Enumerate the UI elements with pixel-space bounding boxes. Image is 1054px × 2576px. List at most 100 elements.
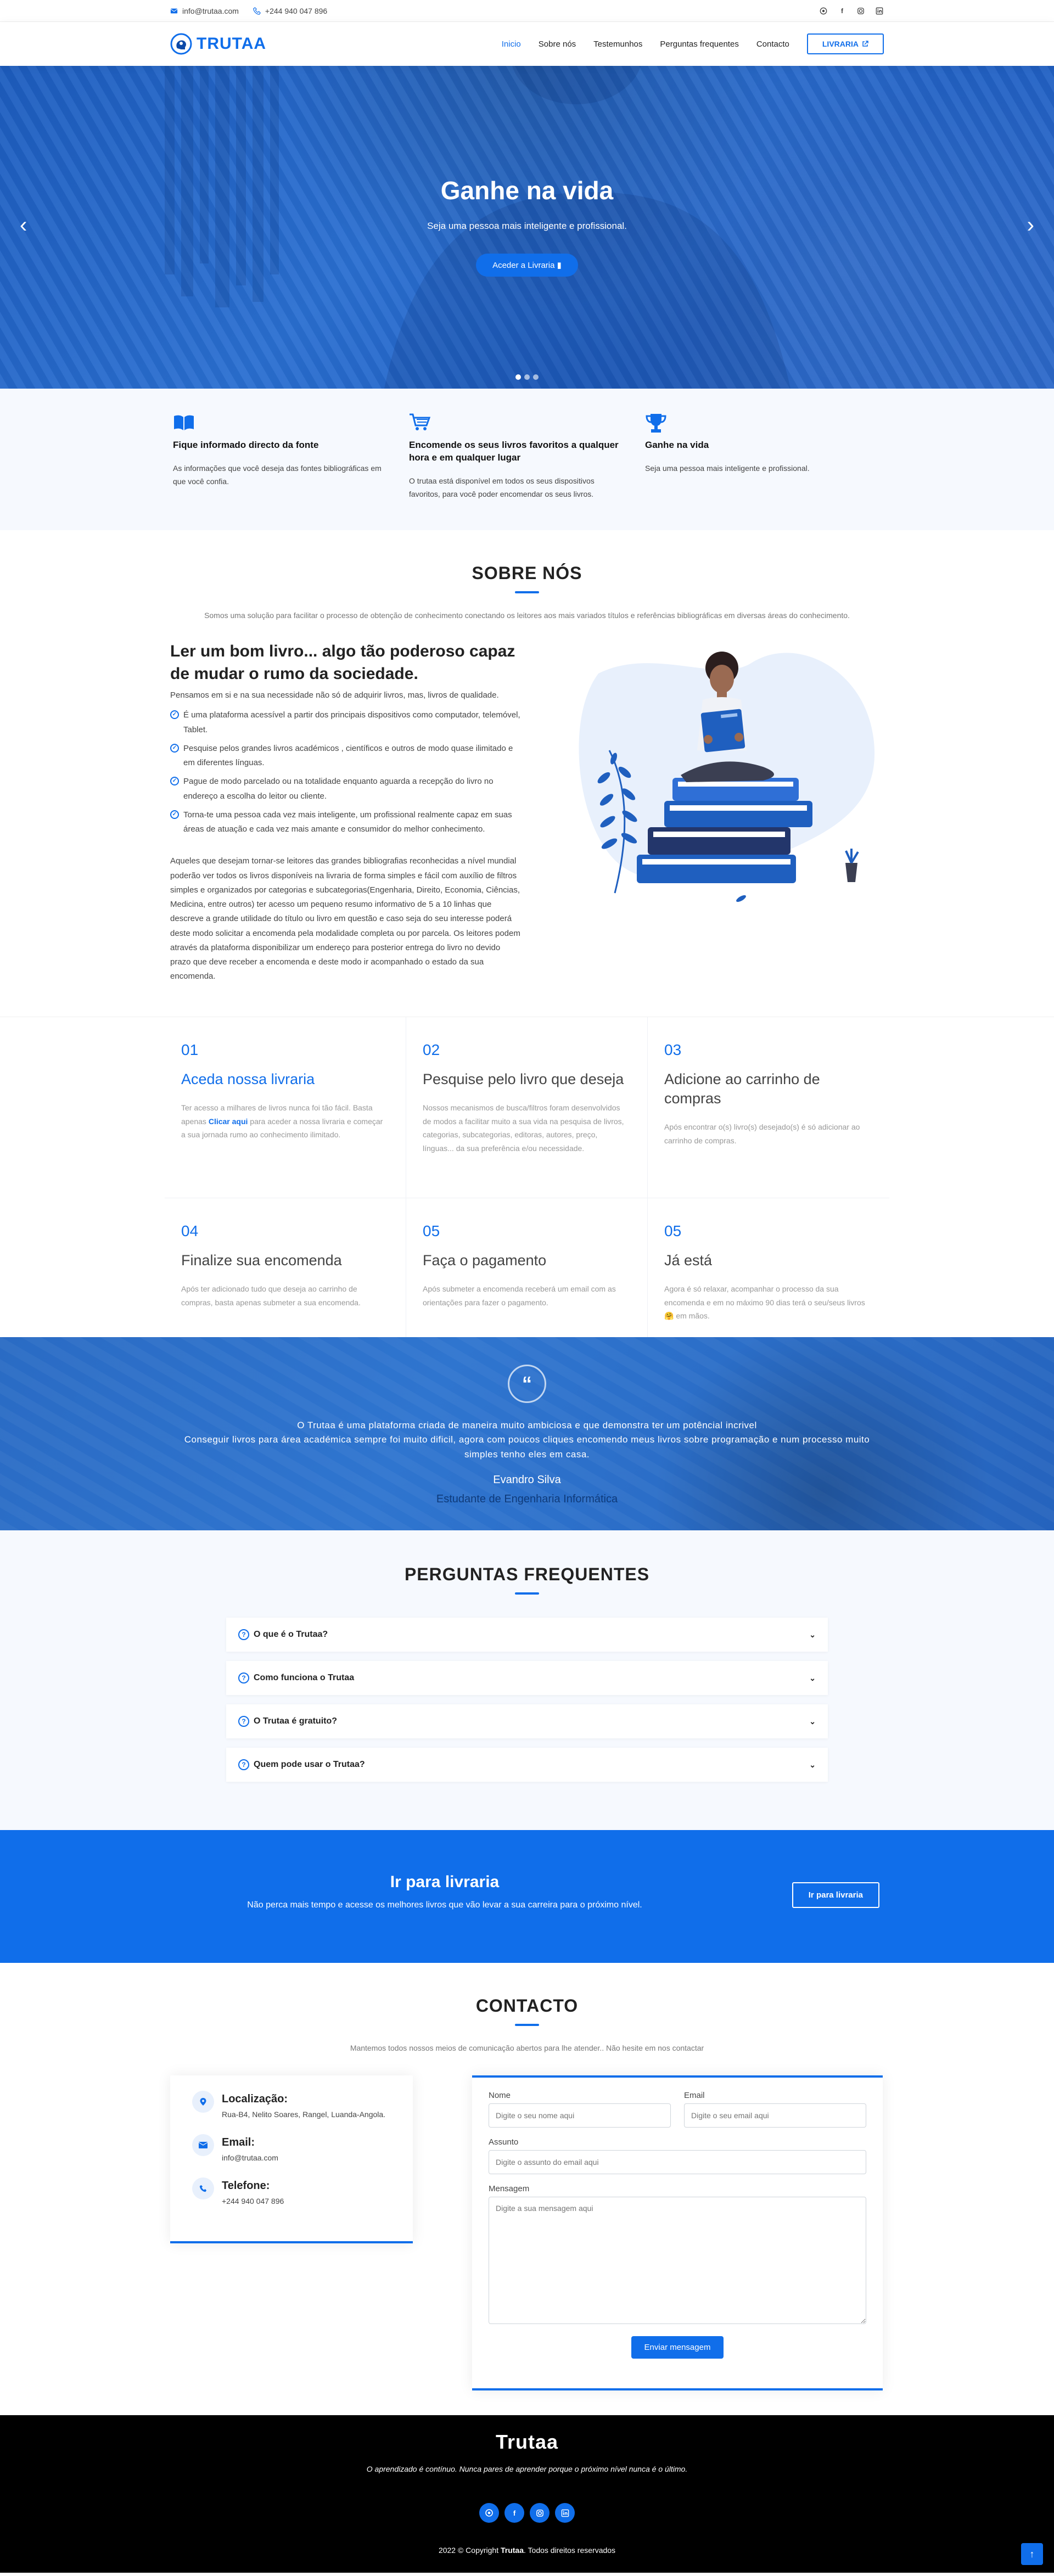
facebook-icon[interactable]: f xyxy=(504,2503,524,2523)
nav-contacto[interactable]: Contacto xyxy=(756,40,789,49)
step-card: 04 Finalize sua encomenda Após ter adici… xyxy=(165,1198,406,1338)
email-field[interactable] xyxy=(684,2103,866,2128)
linkedin-icon[interactable] xyxy=(555,2503,575,2523)
whatsapp-icon[interactable] xyxy=(479,2503,499,2523)
back-to-top-button[interactable]: ↑ xyxy=(1021,2543,1043,2565)
carousel-next-arrow[interactable]: › xyxy=(1027,214,1034,236)
quote-icon: “ xyxy=(508,1365,546,1403)
linkedin-icon[interactable] xyxy=(875,7,884,15)
logo-head-icon xyxy=(170,33,192,55)
map-pin-icon xyxy=(192,2091,214,2113)
contact-info-card: Localização: Rua-B4, Nelito Soares, Range… xyxy=(170,2075,413,2243)
topbar: info@trutaa.com +244 940 047 896 f xyxy=(0,0,1054,22)
testimonial-author: Evandro Silva xyxy=(493,1474,561,1486)
main-nav: Inicio Sobre nós Testemunhos Perguntas f… xyxy=(502,33,884,54)
envelope-icon xyxy=(192,2134,214,2156)
hero-subtitle: Seja uma pessoa mais inteligente e profi… xyxy=(427,221,627,231)
faq-section: PERGUNTAS FREQUENTES ? O que é o Trutaa? ⌄… xyxy=(0,1530,1054,1830)
about-paragraph: Aqueles que desejam tornar-se leitores d… xyxy=(170,856,520,981)
site-header: TRUTAA Inicio Sobre nós Testemunhos Perg… xyxy=(0,22,1054,66)
carousel-indicators xyxy=(0,374,1054,380)
faq-item[interactable]: ? Quem pode usar o Trutaa? ⌄ xyxy=(226,1748,828,1782)
faq-item[interactable]: ? O Trutaa é gratuito? ⌄ xyxy=(226,1704,828,1738)
message-field[interactable] xyxy=(489,2197,866,2324)
list-item: ✓ É uma plataforma acessível a partir dos… xyxy=(170,708,522,737)
question-circle-icon: ? xyxy=(238,1759,249,1770)
cta-text: Não perca mais tempo e acesse os melhore… xyxy=(247,1900,642,1910)
feature-card: Ganhe na vida Seja uma pessoa mais intel… xyxy=(645,413,881,501)
check-circle-icon: ✓ xyxy=(170,743,179,753)
phone-icon xyxy=(192,2177,214,2199)
carousel-dot[interactable] xyxy=(524,374,530,380)
about-points: ✓ É uma plataforma acessível a partir dos… xyxy=(170,708,522,837)
topbar-email[interactable]: info@trutaa.com xyxy=(170,7,239,15)
step-card: 02 Pesquise pelo livro que deseja Nossos… xyxy=(406,1017,648,1198)
cta-section: Ir para livraria Não perca mais tempo e … xyxy=(0,1830,1054,1963)
book-small-icon: ▮ xyxy=(557,261,562,270)
contact-email: Email: info@trutaa.com xyxy=(192,2134,391,2162)
check-circle-icon: ✓ xyxy=(170,777,179,786)
external-link-icon xyxy=(862,41,868,47)
instagram-icon[interactable] xyxy=(856,7,865,15)
livraria-button[interactable]: LIVRARIA xyxy=(806,33,884,54)
testimonial-line-2: Conseguir livros para área académica sem… xyxy=(184,1434,870,1460)
contact-section: CONTACTO Mantemos todos nossos meios de … xyxy=(0,1963,1054,2415)
hero-carousel: Ganhe na vida Seja uma pessoa mais intel… xyxy=(0,66,1054,389)
send-message-button[interactable]: Enviar mensagem xyxy=(631,2336,724,2359)
reading-illustration xyxy=(554,641,884,984)
nav-sobre-nos[interactable]: Sobre nós xyxy=(539,40,576,49)
carousel-dot[interactable] xyxy=(533,374,539,380)
testimonial-line-1: O Trutaa é uma plataforma criada de mane… xyxy=(297,1420,757,1430)
copyright: 2022 © Copyright Trutaa. Todos direitos … xyxy=(438,2546,616,2555)
about-section: SOBRE NÓS Somos uma solução para facilit… xyxy=(0,530,1054,1017)
list-item: ✓ Pesquise pelos grandes livros académico… xyxy=(170,742,522,771)
hero-title: Ganhe na vida xyxy=(440,176,614,205)
contact-phone: Telefone: +244 940 047 896 xyxy=(192,2177,391,2205)
chevron-down-icon: ⌄ xyxy=(809,1673,816,1682)
list-item: ✓ Torna-te uma pessoa cada vez mais intel… xyxy=(170,808,522,837)
contact-form: Nome Email Assunto Mensagem Enviar mensa… xyxy=(472,2075,883,2390)
title-underline xyxy=(515,2024,539,2026)
subject-field[interactable] xyxy=(489,2150,866,2174)
faq-item[interactable]: ? O que é o Trutaa? ⌄ xyxy=(226,1618,828,1652)
question-circle-icon: ? xyxy=(238,1673,249,1683)
carousel-prev-arrow[interactable]: ‹ xyxy=(20,214,27,236)
trophy-icon xyxy=(645,413,859,435)
contact-location: Localização: Rua-B4, Nelito Soares, Range… xyxy=(192,2091,391,2119)
feature-card: Encomende os seus livros favoritos a qua… xyxy=(409,413,645,501)
faq-title: PERGUNTAS FREQUENTES xyxy=(404,1564,650,1584)
testimonial-section: “ O Trutaa é uma plataforma criada de ma… xyxy=(0,1337,1054,1530)
steps-section: 01 Aceda nossa livraria Ter acesso a mil… xyxy=(0,1017,1054,1338)
logo[interactable]: TRUTAA xyxy=(170,33,266,55)
testimonial-role: Estudante de Engenharia Informática xyxy=(436,1493,618,1506)
list-item: ✓ Pague de modo parcelado ou na totalidad… xyxy=(170,775,522,804)
check-circle-icon: ✓ xyxy=(170,710,179,720)
about-lead: Pensamos em si e na sua necessidade não … xyxy=(170,691,499,700)
nav-inicio[interactable]: Inicio xyxy=(502,40,521,49)
check-circle-icon: ✓ xyxy=(170,810,179,819)
about-subtitle: Somos uma solução para facilitar o proce… xyxy=(204,611,850,620)
nav-testemunhos[interactable]: Testemunhos xyxy=(593,40,642,49)
footer-social: f xyxy=(0,2503,1054,2523)
name-field[interactable] xyxy=(489,2103,671,2128)
whatsapp-icon[interactable] xyxy=(819,7,828,15)
book-icon xyxy=(173,413,387,435)
carousel-dot[interactable] xyxy=(515,374,521,380)
contact-subtitle: Mantemos todos nossos meios de comunicaç… xyxy=(350,2044,704,2052)
question-circle-icon: ? xyxy=(238,1629,249,1640)
nav-perguntas-frequentes[interactable]: Perguntas frequentes xyxy=(660,40,738,49)
footer-brand: Trutaa xyxy=(495,2431,559,2453)
faq-item[interactable]: ? Como funciona o Trutaa ⌄ xyxy=(226,1661,828,1695)
cta-button[interactable]: Ir para livraria xyxy=(792,1882,879,1908)
hero-livraria-button[interactable]: Aceder a Livraria ▮ xyxy=(476,254,578,277)
feature-card: Fique informado directo da fonte As info… xyxy=(173,413,409,501)
contact-title: CONTACTO xyxy=(475,1996,579,2016)
facebook-icon[interactable]: f xyxy=(838,7,846,15)
cta-title: Ir para livraria xyxy=(390,1873,500,1891)
arrow-up-icon: ↑ xyxy=(1029,2548,1035,2560)
title-underline xyxy=(515,1592,539,1595)
step-card: 05 Já está Agora é só relaxar, acompanha… xyxy=(664,1222,865,1321)
instagram-icon[interactable] xyxy=(530,2503,550,2523)
clicar-aqui-link[interactable]: Clicar aqui xyxy=(209,1117,248,1126)
topbar-phone[interactable]: +244 940 047 896 xyxy=(253,7,327,15)
